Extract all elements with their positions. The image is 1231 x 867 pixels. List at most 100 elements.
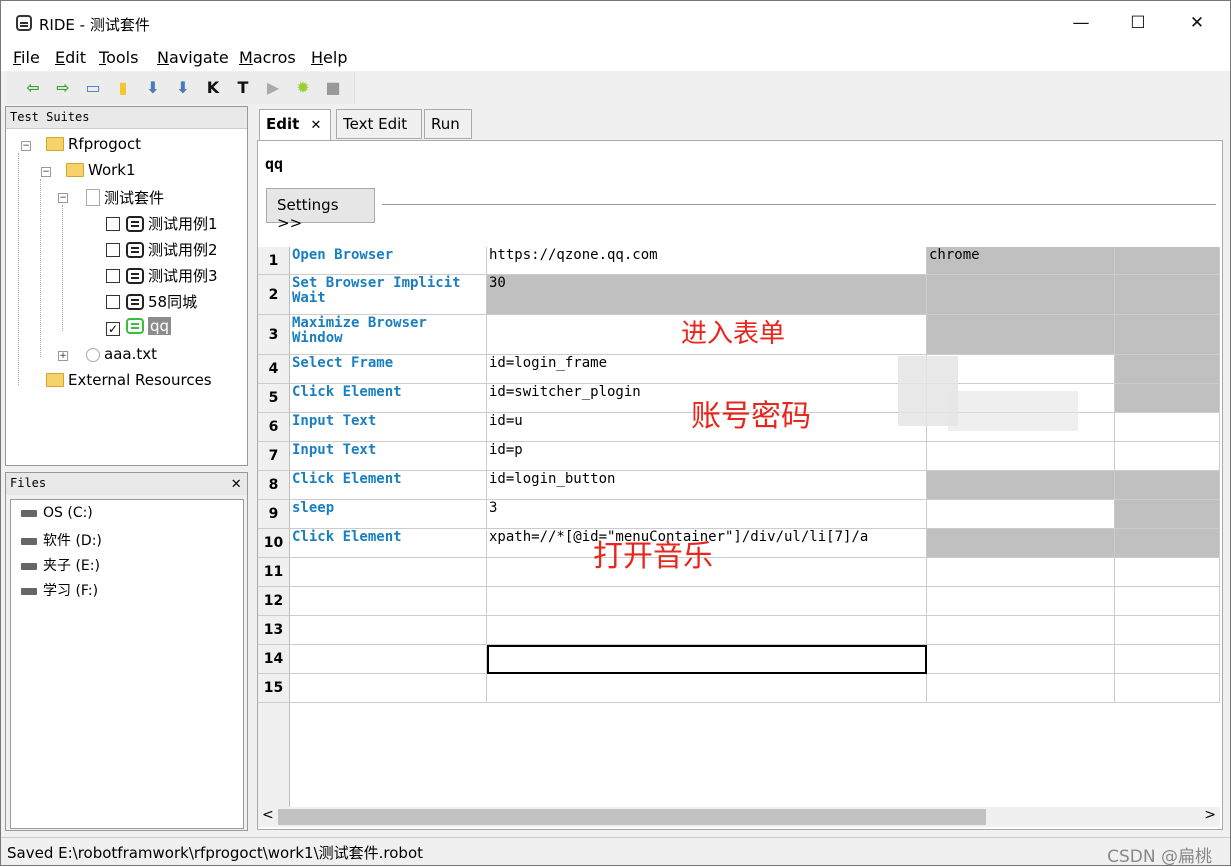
argument-cell[interactable] bbox=[1115, 529, 1220, 558]
tab-edit[interactable]: Edit ✕ bbox=[259, 109, 331, 141]
expand-resource-toggle[interactable]: + bbox=[58, 351, 68, 361]
argument-cell[interactable] bbox=[927, 500, 1115, 529]
tree-item-testcase[interactable]: 测试用例1 bbox=[106, 213, 218, 235]
keyword-cell[interactable]: Input Text bbox=[290, 442, 487, 471]
argument-cell[interactable] bbox=[1115, 315, 1220, 355]
close-icon[interactable]: ✕ bbox=[231, 473, 241, 492]
argument-cell[interactable] bbox=[487, 616, 927, 645]
drive-item[interactable]: 软件 (D:) bbox=[21, 530, 102, 550]
tab-run[interactable]: Run bbox=[424, 109, 472, 139]
argument-cell[interactable] bbox=[927, 529, 1115, 558]
argument-cell[interactable]: 30 bbox=[487, 275, 927, 315]
keyword-cell[interactable] bbox=[290, 616, 487, 645]
testcase-checkbox-checked[interactable]: ✓ bbox=[106, 322, 120, 336]
testcase-checkbox[interactable] bbox=[106, 269, 120, 283]
keyword-cell[interactable]: Set Browser Implicit Wait bbox=[290, 275, 487, 315]
argument-cell[interactable]: id=login_frame bbox=[487, 355, 927, 384]
menu-file[interactable]: File bbox=[13, 48, 40, 67]
tree-item-suite[interactable]: 测试套件 bbox=[86, 187, 164, 209]
testcase-checkbox[interactable] bbox=[106, 217, 120, 231]
open-folder-icon[interactable]: ▭ bbox=[83, 78, 103, 98]
drive-item[interactable]: 夹子 (E:) bbox=[21, 555, 100, 575]
keyword-cell[interactable]: Maximize Browser Window bbox=[290, 315, 487, 355]
testcase-checkbox[interactable] bbox=[106, 243, 120, 257]
scrollbar-thumb[interactable] bbox=[278, 809, 986, 825]
horizontal-scrollbar[interactable]: < > bbox=[258, 807, 1220, 827]
keyword-cell[interactable]: sleep bbox=[290, 500, 487, 529]
settings-gear-icon[interactable]: ✹ bbox=[293, 78, 313, 98]
keyword-cell[interactable]: Click Element bbox=[290, 384, 487, 413]
argument-cell[interactable] bbox=[1115, 674, 1220, 703]
keyword-cell[interactable]: Click Element bbox=[290, 529, 487, 558]
keyword-cell[interactable]: Click Element bbox=[290, 471, 487, 500]
tab-text-edit[interactable]: Text Edit bbox=[336, 109, 422, 139]
back-arrow-icon[interactable]: ⇦ bbox=[23, 78, 43, 98]
argument-cell[interactable] bbox=[1115, 275, 1220, 315]
menu-macros[interactable]: Macros bbox=[239, 48, 296, 67]
settings-button[interactable]: Settings >> bbox=[266, 188, 375, 232]
keyword-cell[interactable]: Input Text bbox=[290, 413, 487, 442]
argument-cell[interactable] bbox=[927, 674, 1115, 703]
testcase-checkbox[interactable] bbox=[106, 295, 120, 309]
keyword-cell[interactable] bbox=[290, 587, 487, 616]
argument-cell[interactable]: id=p bbox=[487, 442, 927, 471]
close-tab-icon[interactable]: ✕ bbox=[311, 118, 322, 133]
argument-cell[interactable] bbox=[1115, 587, 1220, 616]
tree-item-testcase-selected[interactable]: ✓ qq bbox=[106, 317, 172, 339]
keyword-icon[interactable]: K bbox=[203, 78, 223, 98]
argument-cell[interactable] bbox=[1115, 558, 1220, 587]
argument-cell[interactable] bbox=[1115, 384, 1220, 413]
argument-cell[interactable] bbox=[927, 558, 1115, 587]
argument-cell[interactable] bbox=[1115, 413, 1220, 442]
run-icon[interactable]: ▶ bbox=[263, 78, 283, 98]
keyword-cell[interactable]: Open Browser bbox=[290, 247, 487, 275]
collapse-root-toggle[interactable]: − bbox=[21, 141, 31, 151]
argument-cell[interactable] bbox=[487, 674, 927, 703]
stop-icon[interactable]: ■ bbox=[323, 78, 343, 98]
menu-help[interactable]: Help bbox=[311, 48, 347, 67]
forward-arrow-icon[interactable]: ⇨ bbox=[53, 78, 73, 98]
menu-edit[interactable]: Edit bbox=[55, 48, 86, 67]
maximize-button[interactable]: ☐ bbox=[1126, 13, 1150, 35]
argument-cell[interactable]: id=login_button bbox=[487, 471, 927, 500]
menu-navigate[interactable]: Navigate bbox=[157, 48, 229, 67]
collapse-suite-toggle[interactable]: − bbox=[58, 193, 68, 203]
argument-cell[interactable] bbox=[1115, 500, 1220, 529]
minimize-button[interactable]: — bbox=[1069, 13, 1093, 35]
argument-cell[interactable] bbox=[1115, 442, 1220, 471]
save-all-icon[interactable]: ⬇ bbox=[173, 78, 193, 98]
menu-tools[interactable]: Tools bbox=[99, 48, 138, 67]
drive-item[interactable]: 学习 (F:) bbox=[21, 580, 98, 600]
tree-item-folder[interactable]: Work1 bbox=[66, 161, 136, 183]
tree-item-external-resources[interactable]: External Resources bbox=[46, 371, 212, 393]
argument-cell[interactable] bbox=[1115, 471, 1220, 500]
argument-cell[interactable] bbox=[927, 616, 1115, 645]
argument-cell[interactable] bbox=[927, 315, 1115, 355]
save-icon[interactable]: ⬇ bbox=[143, 78, 163, 98]
argument-cell[interactable] bbox=[927, 442, 1115, 471]
tree-item-testcase[interactable]: 测试用例3 bbox=[106, 265, 218, 287]
keyword-cell[interactable] bbox=[290, 674, 487, 703]
keyword-cell[interactable] bbox=[290, 645, 487, 674]
argument-cell[interactable]: 3 bbox=[487, 500, 927, 529]
argument-cell[interactable] bbox=[927, 587, 1115, 616]
argument-cell[interactable]: chrome bbox=[927, 247, 1115, 275]
argument-cell[interactable] bbox=[927, 645, 1115, 674]
scroll-right-icon[interactable]: > bbox=[1204, 807, 1216, 823]
keyword-cell[interactable] bbox=[290, 558, 487, 587]
argument-cell[interactable] bbox=[927, 275, 1115, 315]
selected-cell[interactable] bbox=[487, 645, 927, 674]
drive-item[interactable]: OS (C:) bbox=[21, 505, 93, 521]
argument-cell[interactable] bbox=[927, 471, 1115, 500]
test-icon[interactable]: T bbox=[233, 78, 253, 98]
keyword-cell[interactable]: Select Frame bbox=[290, 355, 487, 384]
argument-cell[interactable] bbox=[1115, 616, 1220, 645]
argument-cell[interactable] bbox=[1115, 247, 1220, 275]
tree-item-resource[interactable]: aaa.txt bbox=[86, 345, 157, 367]
tree-item-testcase[interactable]: 测试用例2 bbox=[106, 239, 218, 261]
argument-cell[interactable] bbox=[1115, 645, 1220, 674]
argument-cell[interactable] bbox=[1115, 355, 1220, 384]
collapse-folder-toggle[interactable]: − bbox=[41, 167, 51, 177]
scroll-left-icon[interactable]: < bbox=[262, 807, 274, 823]
new-file-icon[interactable]: ▮ bbox=[113, 78, 133, 98]
